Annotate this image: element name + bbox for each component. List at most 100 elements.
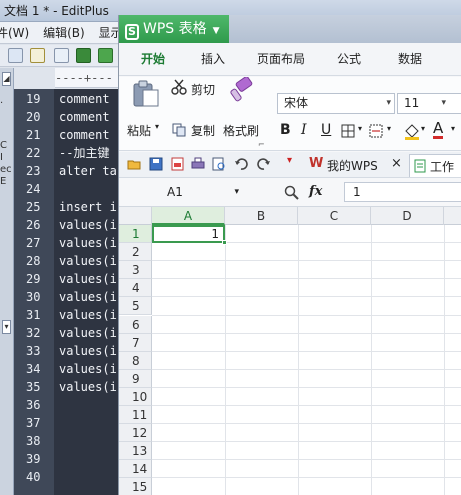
tab-insert[interactable]: 插入	[201, 43, 225, 76]
open-file-icon[interactable]	[30, 48, 45, 63]
code-line: alter ta	[59, 164, 117, 178]
row-header[interactable]: 6	[119, 315, 152, 334]
paste-icon[interactable]	[131, 80, 161, 108]
line-number: 24	[26, 182, 41, 196]
bold-button[interactable]: B	[280, 122, 291, 138]
underline-button[interactable]: U	[321, 122, 331, 138]
chevron-down-icon[interactable]: ▾	[441, 94, 446, 113]
menu-item-window[interactable]: 件(W)	[0, 26, 29, 40]
column-header[interactable]: A	[152, 207, 225, 225]
grid-line	[152, 368, 461, 370]
line-number: 29	[26, 272, 41, 286]
save-all-icon[interactable]	[98, 48, 113, 63]
row-header[interactable]: 1	[119, 225, 152, 243]
menu-item-edit[interactable]: 编辑(B)	[43, 26, 85, 40]
column-header[interactable]: D	[371, 207, 444, 225]
font-color-button[interactable]: A	[433, 120, 444, 139]
row-header[interactable]: 4	[119, 279, 152, 298]
line-number-gutter: 19 20 21 22 23 24 25 26 27 28 29 30 31 32 33 34 35 36 37 38…	[14, 89, 54, 495]
paste-dropdown-icon[interactable]: ▾	[155, 122, 159, 131]
column-header-partial[interactable]	[444, 207, 461, 225]
line-number: 37	[26, 416, 41, 430]
redo-icon[interactable]	[257, 157, 271, 171]
spreadsheet-grid[interactable]: A B C D 12345678910111213141516 1	[119, 207, 461, 495]
font-name-combo[interactable]: 宋体 ▾	[277, 93, 395, 114]
row-header[interactable]: 15	[119, 478, 152, 495]
undo-icon[interactable]	[234, 157, 248, 171]
active-cell-a1[interactable]: 1	[152, 225, 225, 243]
open-folder-icon[interactable]	[54, 48, 69, 63]
row-header[interactable]: 3	[119, 261, 152, 280]
row-header[interactable]: 10	[119, 387, 152, 406]
cut-button[interactable]: 剪切	[191, 81, 215, 98]
open-folder-icon[interactable]	[127, 157, 141, 171]
tab-formulas[interactable]: 公式	[337, 43, 361, 76]
merge-dropdown-icon[interactable]: ▾	[387, 124, 391, 133]
new-file-icon[interactable]	[8, 48, 23, 63]
row-header[interactable]: 2	[119, 243, 152, 262]
fill-color-icon[interactable]	[403, 122, 421, 140]
sidebar-fragment: E	[0, 176, 7, 187]
column-header[interactable]: C	[298, 207, 371, 225]
merge-cells-icon[interactable]	[369, 124, 385, 138]
grid-line	[371, 225, 372, 495]
row-header[interactable]: 8	[119, 351, 152, 370]
row-header[interactable]: 13	[119, 442, 152, 461]
formula-input[interactable]: 1	[344, 182, 461, 202]
format-painter-icon[interactable]	[229, 77, 255, 103]
tab-my-wps[interactable]: 我的WPS	[327, 157, 378, 174]
line-number: 31	[26, 308, 41, 322]
row-header[interactable]: 9	[119, 369, 152, 388]
column-header-bar: A B C D	[119, 207, 461, 225]
fill-handle[interactable]	[222, 240, 227, 245]
line-number: 20	[26, 110, 41, 124]
font-color-dropdown-icon[interactable]: ▾	[451, 124, 455, 133]
tab-data[interactable]: 数据	[398, 43, 422, 76]
code-line: values(i	[59, 326, 117, 340]
save-icon[interactable]	[149, 157, 163, 171]
tab-workbook[interactable]: 工作	[409, 154, 461, 177]
export-pdf-icon[interactable]	[171, 157, 185, 171]
tab-page-layout[interactable]: 页面布局	[257, 43, 305, 76]
select-all-corner[interactable]	[119, 207, 152, 225]
row-header[interactable]: 14	[119, 460, 152, 479]
zoom-search-icon[interactable]	[284, 185, 300, 201]
wps-app-menu-button[interactable]: S WPS 表格 ▼	[119, 15, 229, 43]
code-line: values(i	[59, 362, 117, 376]
grid-line	[152, 260, 461, 262]
format-painter-button[interactable]: 格式刷	[223, 122, 259, 139]
formula-bar: A1 ▾ fx 1	[119, 178, 461, 207]
save-icon[interactable]	[76, 48, 91, 63]
customize-qat-icon[interactable]: ▾	[287, 155, 292, 166]
print-icon[interactable]	[191, 157, 205, 171]
row-header[interactable]: 12	[119, 424, 152, 443]
code-line: values(i	[59, 290, 117, 304]
font-name-value: 宋体	[284, 96, 309, 110]
sidebar-fragment: ·	[0, 98, 4, 109]
copy-button[interactable]: 复制	[191, 122, 215, 139]
italic-button[interactable]: I	[301, 122, 307, 138]
collapse-arrow-icon[interactable]: ◢	[2, 72, 11, 86]
name-box[interactable]: A1 ▾	[155, 182, 245, 202]
grid-line	[152, 405, 461, 406]
fill-color-dropdown-icon[interactable]: ▾	[421, 124, 425, 133]
tab-home[interactable]: 开始	[141, 43, 165, 76]
font-size-combo[interactable]: 11 ▾	[397, 93, 461, 114]
paste-button[interactable]: 粘贴	[127, 122, 151, 139]
borders-icon[interactable]	[341, 124, 357, 138]
column-header[interactable]: B	[225, 207, 298, 225]
scroll-arrow-icon[interactable]: ▾	[2, 320, 11, 334]
print-preview-icon[interactable]	[212, 157, 226, 171]
code-line: values(i	[59, 380, 117, 394]
code-line: values(i	[59, 308, 117, 322]
code-line: values(i	[59, 272, 117, 286]
insert-function-button[interactable]: fx	[309, 184, 322, 199]
close-tab-icon[interactable]: ×	[391, 156, 402, 171]
chevron-down-icon[interactable]: ▾	[386, 94, 391, 113]
borders-dropdown-icon[interactable]: ▾	[358, 124, 362, 133]
chevron-down-icon[interactable]: ▾	[234, 182, 239, 202]
row-header[interactable]: 7	[119, 333, 152, 352]
row-header[interactable]: 5	[119, 297, 152, 316]
row-header[interactable]: 11	[119, 406, 152, 424]
clipboard-expand-icon[interactable]: ⌐	[258, 140, 265, 149]
